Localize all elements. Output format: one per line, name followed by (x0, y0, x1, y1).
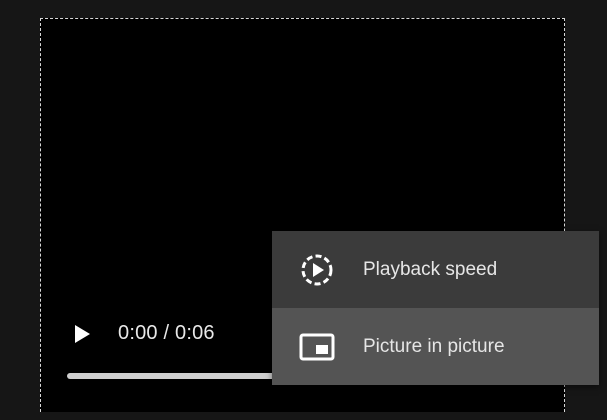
menu-item-label: Picture in picture (363, 335, 505, 357)
play-icon (75, 325, 90, 343)
overflow-menu: Playback speed Picture in picture (272, 231, 599, 385)
menu-item-playback-speed[interactable]: Playback speed (272, 231, 599, 308)
picture-in-picture-icon (298, 328, 336, 366)
menu-item-label: Playback speed (363, 258, 498, 280)
playback-speed-icon (298, 251, 336, 289)
play-button[interactable] (71, 323, 93, 345)
current-time: 0:00 (118, 322, 158, 344)
time-separator: / (157, 322, 176, 344)
video-player[interactable]: 0:00 / 0:06 Playback speed Picture in pi… (40, 18, 599, 412)
time-display: 0:00 / 0:06 (118, 322, 215, 345)
page: 0:00 / 0:06 Playback speed Picture in pi… (0, 0, 607, 420)
menu-item-picture-in-picture[interactable]: Picture in picture (272, 308, 599, 385)
duration: 0:06 (175, 322, 215, 344)
